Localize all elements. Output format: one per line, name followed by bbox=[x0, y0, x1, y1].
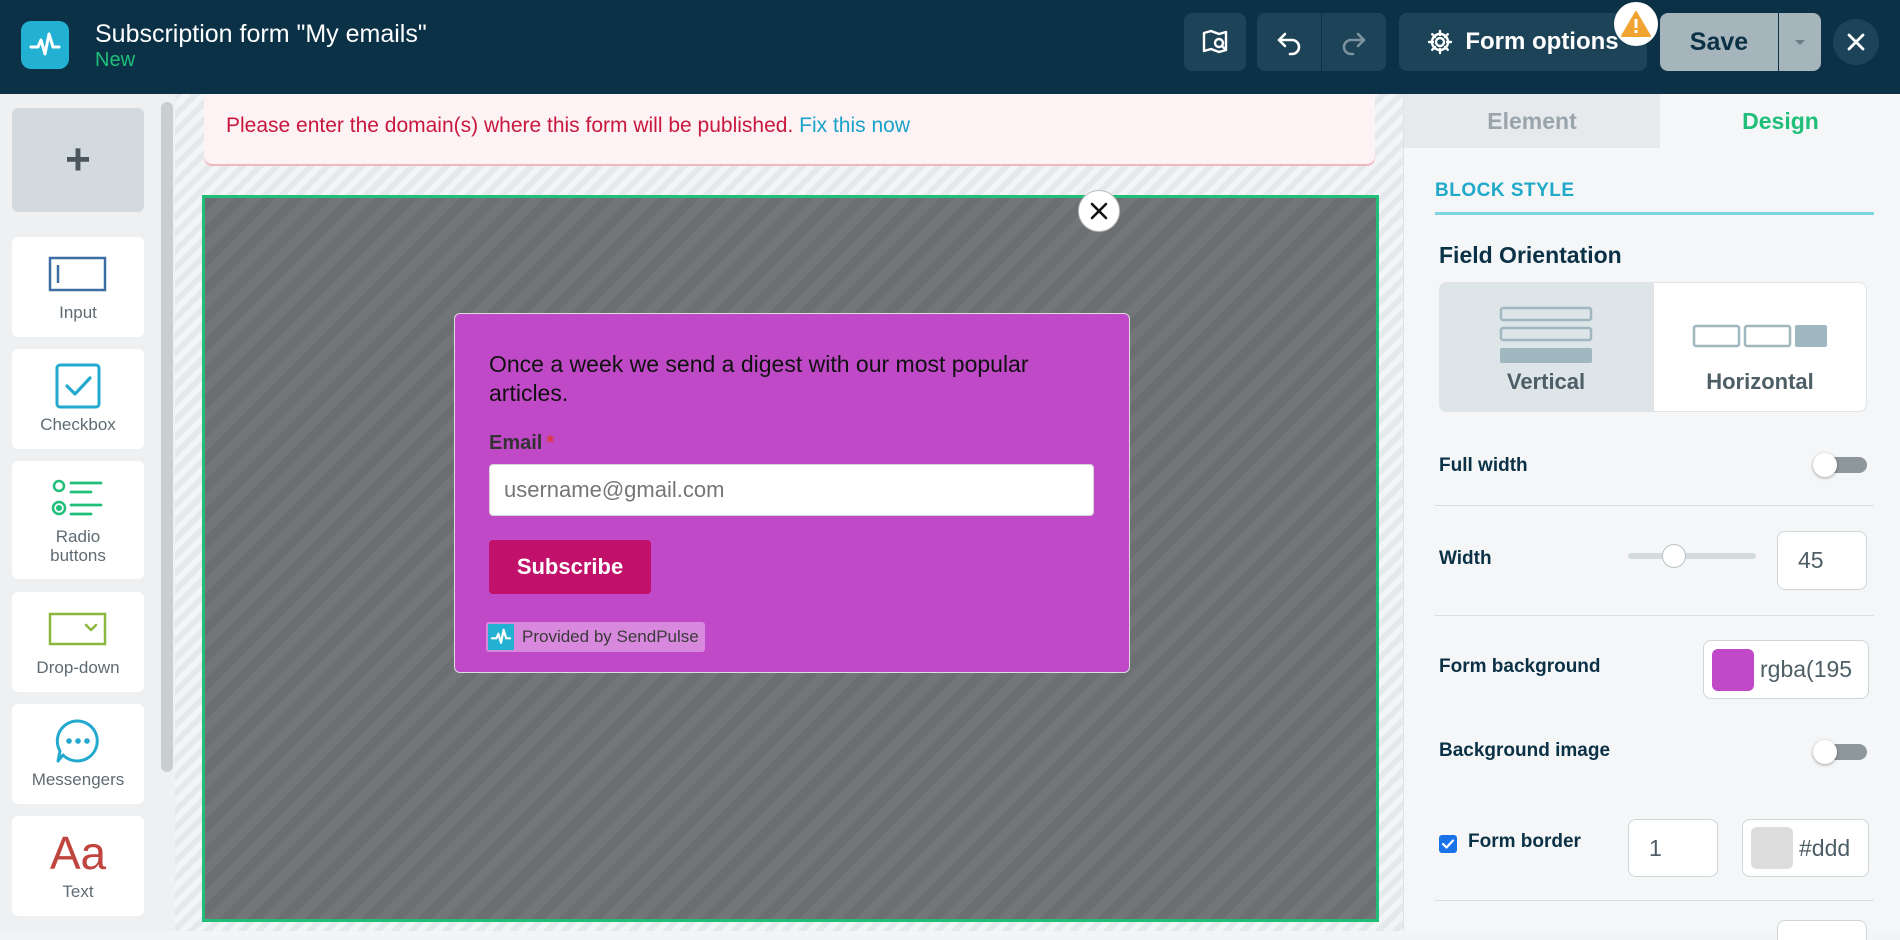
save-dropdown-button[interactable] bbox=[1779, 13, 1821, 71]
popup-close-button[interactable] bbox=[1078, 190, 1120, 232]
tool-text[interactable]: Aa Text bbox=[12, 816, 144, 916]
form-options-button[interactable]: Form options bbox=[1399, 13, 1647, 71]
subscription-form-popup[interactable]: Once a week we send a digest with our mo… bbox=[454, 313, 1130, 673]
add-element-button[interactable]: + bbox=[12, 108, 144, 212]
form-border-checkbox[interactable] bbox=[1439, 835, 1457, 853]
form-background-value: rgba(195 bbox=[1760, 656, 1853, 682]
preview-map-icon bbox=[1202, 29, 1228, 54]
fix-this-now-link[interactable]: Fix this now bbox=[799, 114, 910, 137]
tab-element[interactable]: Element bbox=[1404, 94, 1660, 148]
form-border-size-input[interactable]: 1 bbox=[1628, 819, 1718, 877]
subscribe-button[interactable]: Subscribe bbox=[489, 540, 651, 594]
undo-icon bbox=[1277, 32, 1301, 56]
domain-alert-message: Please enter the domain(s) where this fo… bbox=[226, 114, 910, 138]
full-width-label: Full width bbox=[1439, 455, 1528, 476]
next-field-input[interactable] bbox=[1777, 920, 1867, 940]
orientation-horizontal-option[interactable]: Horizontal bbox=[1653, 282, 1867, 412]
width-slider-thumb[interactable] bbox=[1662, 544, 1686, 568]
undo-button[interactable] bbox=[1257, 13, 1321, 71]
text-icon: Aa bbox=[50, 828, 106, 878]
tool-checkbox[interactable]: Checkbox bbox=[12, 349, 144, 449]
email-input[interactable] bbox=[489, 464, 1094, 516]
branding-text: Provided by SendPulse bbox=[522, 627, 699, 646]
form-background-swatch[interactable] bbox=[1712, 648, 1754, 691]
close-editor-button[interactable] bbox=[1833, 19, 1879, 65]
form-status: New bbox=[95, 49, 136, 71]
domain-alert: Please enter the domain(s) where this fo… bbox=[204, 94, 1375, 164]
width-input[interactable]: 45 bbox=[1777, 531, 1867, 590]
tool-messengers-label: Messengers bbox=[31, 770, 125, 789]
orientation-horizontal-label: Horizontal bbox=[1706, 369, 1814, 394]
width-slider[interactable] bbox=[1628, 544, 1756, 568]
email-label-text: Email bbox=[489, 432, 543, 454]
sendpulse-logo-icon[interactable] bbox=[21, 21, 69, 69]
divider bbox=[1435, 900, 1874, 901]
divider bbox=[1435, 505, 1874, 506]
preview-button[interactable] bbox=[1184, 13, 1246, 71]
tool-radio-buttons-label: Radio buttons bbox=[50, 527, 106, 565]
redo-icon bbox=[1342, 32, 1366, 56]
orientation-vertical-option[interactable]: Vertical bbox=[1439, 282, 1653, 412]
input-icon bbox=[48, 249, 108, 299]
messengers-icon bbox=[54, 716, 102, 766]
sendpulse-branding[interactable]: Provided by SendPulse bbox=[486, 622, 705, 652]
form-stage[interactable]: Once a week we send a digest with our mo… bbox=[202, 195, 1379, 922]
design-panel: Element Design BLOCK STYLE Field Orienta… bbox=[1403, 94, 1900, 940]
width-label: Width bbox=[1439, 548, 1492, 569]
tool-dropdown[interactable]: Drop-down bbox=[12, 592, 144, 692]
section-block-style[interactable]: BLOCK STYLE bbox=[1435, 180, 1575, 202]
close-icon bbox=[1090, 202, 1108, 220]
tool-input[interactable]: Input bbox=[12, 237, 144, 337]
form-border-color-value: #ddd bbox=[1799, 834, 1851, 861]
form-options-label: Form options bbox=[1465, 28, 1619, 55]
horizontal-layout-icon bbox=[1692, 303, 1828, 369]
top-bar: Subscription form "My emails" New Form o… bbox=[0, 0, 1900, 94]
radio-buttons-icon bbox=[51, 473, 105, 523]
required-mark: * bbox=[546, 432, 555, 454]
background-image-label: Background image bbox=[1439, 740, 1611, 761]
form-border-swatch[interactable] bbox=[1751, 827, 1793, 869]
tool-messengers[interactable]: Messengers bbox=[12, 704, 144, 804]
vertical-layout-icon bbox=[1499, 303, 1593, 369]
divider bbox=[1435, 615, 1874, 616]
tool-text-label: Text bbox=[62, 882, 94, 901]
redo-button[interactable] bbox=[1322, 13, 1386, 71]
form-background-color-picker[interactable]: rgba(195 bbox=[1703, 640, 1869, 699]
caret-down-icon bbox=[1795, 40, 1805, 45]
checkmark-icon bbox=[1441, 839, 1455, 849]
tool-input-label: Input bbox=[59, 303, 97, 322]
editor-canvas: Please enter the domain(s) where this fo… bbox=[175, 94, 1403, 931]
form-description[interactable]: Once a week we send a digest with our mo… bbox=[489, 350, 1089, 408]
text-icon-glyph: Aa bbox=[49, 827, 107, 879]
background-image-toggle[interactable] bbox=[1813, 740, 1869, 764]
orientation-vertical-label: Vertical bbox=[1506, 369, 1586, 394]
tab-design[interactable]: Design bbox=[1660, 94, 1900, 148]
domain-alert-text: Please enter the domain(s) where this fo… bbox=[226, 114, 794, 137]
tool-radio-buttons[interactable]: Radio buttons bbox=[12, 461, 144, 579]
save-button[interactable]: Save bbox=[1660, 13, 1778, 71]
form-border-label: Form border bbox=[1468, 831, 1581, 852]
tool-dropdown-label: Drop-down bbox=[36, 658, 120, 677]
sidebar-scrollbar[interactable] bbox=[161, 102, 173, 772]
section-underline bbox=[1435, 212, 1874, 215]
warning-icon bbox=[1621, 11, 1651, 37]
form-background-label: Form background bbox=[1439, 656, 1601, 677]
sendpulse-mini-logo-icon bbox=[488, 624, 514, 650]
form-title: Subscription form "My emails" bbox=[95, 20, 427, 48]
full-width-toggle[interactable] bbox=[1813, 453, 1869, 477]
dropdown-icon bbox=[48, 604, 108, 654]
email-label: Email * bbox=[489, 432, 554, 455]
checkbox-icon bbox=[54, 361, 102, 411]
gear-icon bbox=[1428, 29, 1453, 55]
close-icon bbox=[1847, 33, 1865, 51]
form-border-color-picker[interactable]: #ddd bbox=[1742, 819, 1869, 877]
tool-checkbox-label: Checkbox bbox=[40, 415, 116, 434]
field-orientation-title: Field Orientation bbox=[1439, 242, 1622, 268]
elements-sidebar: + Input Checkbox Radio buttons Drop-down… bbox=[0, 94, 175, 931]
warning-badge[interactable] bbox=[1614, 2, 1658, 46]
